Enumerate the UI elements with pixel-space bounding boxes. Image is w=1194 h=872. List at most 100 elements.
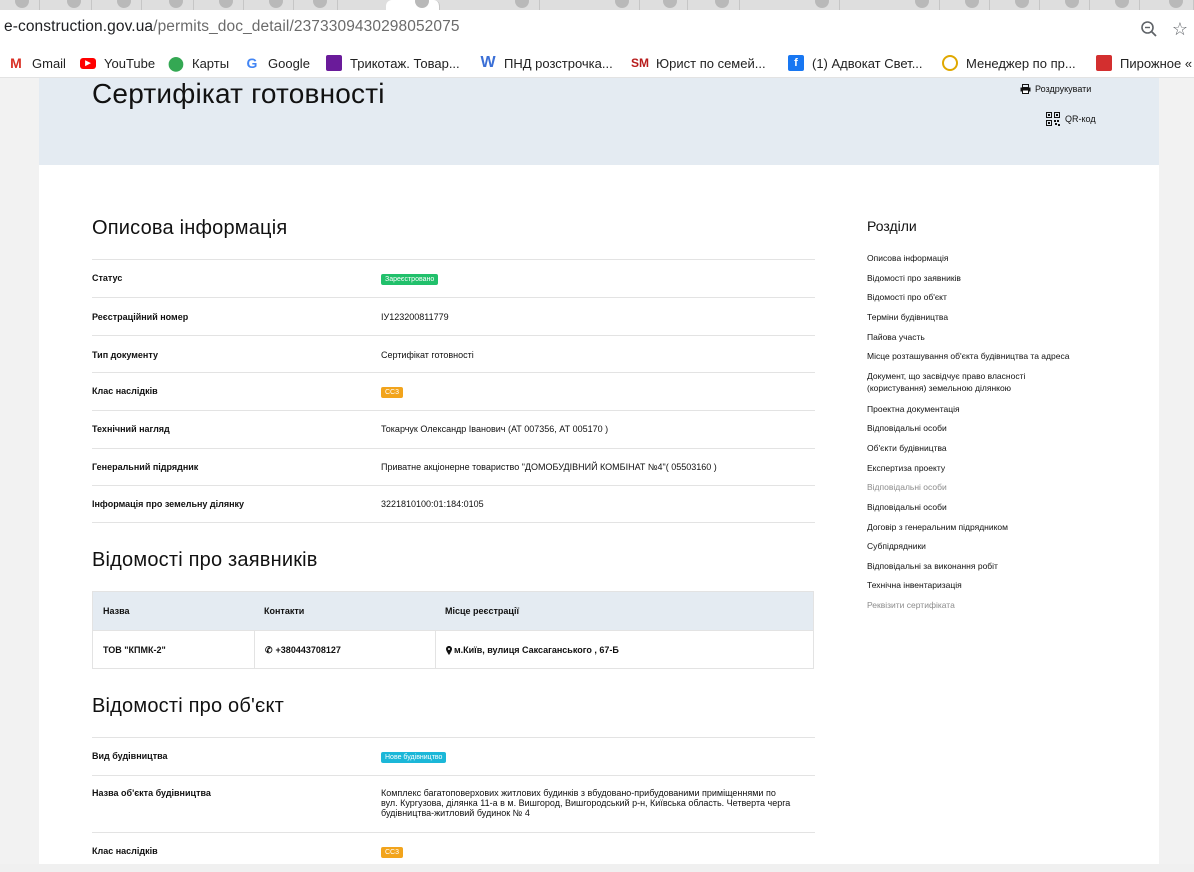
- tab-favicon-icon: [715, 0, 729, 8]
- browser-tab[interactable]: [40, 0, 92, 10]
- bookmark-label: (1) Адвокат Свет...: [812, 55, 923, 71]
- page-title: Сертифікат готовності: [92, 78, 385, 109]
- sidebar-item-works-responsible[interactable]: Відповідальні за виконання робіт: [867, 560, 1117, 572]
- browser-tab[interactable]: [244, 0, 294, 10]
- purple-square-icon: [326, 55, 342, 71]
- map-pin-icon: [446, 645, 452, 655]
- bookmark-trykotazh[interactable]: Трикотаж. Товар...: [326, 54, 460, 72]
- sidebar-item-location[interactable]: Місце розташування об'єкта будівництва т…: [867, 350, 1117, 362]
- browser-tab[interactable]: [142, 0, 194, 10]
- bookmark-pnd[interactable]: W ПНД розстрочка...: [480, 54, 613, 72]
- info-value: СС3: [381, 846, 801, 858]
- info-row-object-class: Клас наслідків СС3: [92, 832, 815, 872]
- tab-favicon-icon: [169, 0, 183, 8]
- maps-icon: ⬤: [168, 54, 184, 71]
- browser-tab-active[interactable]: [386, 0, 440, 10]
- sidebar-item-responsible-muted[interactable]: Відповідальні особи: [867, 481, 1117, 493]
- section-title-object: Відомості про об'єкт: [92, 695, 284, 717]
- bookmark-label: Трикотаж. Товар...: [350, 55, 460, 71]
- url-path: /permits_doc_detail/2373309430298052075: [153, 18, 460, 35]
- applicant-address-cell: м.Київ, вулиця Саксаганського , 67-Б: [435, 631, 813, 669]
- bookmark-youtube[interactable]: ▶ YouTube: [80, 54, 155, 72]
- bookmark-label: ПНД розстрочка...: [504, 55, 613, 71]
- browser-tab[interactable]: [194, 0, 244, 10]
- sidebar-item-responsible[interactable]: Відповідальні особи: [867, 422, 1117, 434]
- browser-tab[interactable]: [1090, 0, 1140, 10]
- browser-tab[interactable]: [92, 0, 142, 10]
- info-row-reg-number: Реєстраційний номер ІУ123200811779: [92, 297, 815, 335]
- info-row-doc-type: Тип документу Сертифікат готовності: [92, 335, 815, 372]
- bookmark-manager[interactable]: Менеджер по пр...: [942, 54, 1076, 72]
- address-bar[interactable]: e-construction.gov.ua/permits_doc_detail…: [0, 10, 1194, 48]
- browser-tab[interactable]: [1140, 0, 1194, 10]
- sidebar-item-subcontractors[interactable]: Субпідрядники: [867, 540, 1117, 552]
- url-host: e-construction.gov.ua: [4, 18, 154, 35]
- applicant-name: ТОВ "КПМК-2": [103, 645, 166, 655]
- sidebar-item-terms[interactable]: Терміни будівництва: [867, 311, 1117, 323]
- browser-tab[interactable]: [488, 0, 540, 10]
- sidebar-item-object[interactable]: Відомості про об'єкт: [867, 291, 1117, 303]
- info-value: СС3: [381, 386, 801, 398]
- bookmark-google[interactable]: G Google: [244, 54, 310, 72]
- info-row-land-plot: Інформація про земельну ділянку 32218101…: [92, 485, 815, 523]
- browser-tab[interactable]: [940, 0, 990, 10]
- info-row-consequence-class: Клас наслідків СС3: [92, 372, 815, 410]
- sidebar-item-project-docs[interactable]: Проектна документація: [867, 403, 1117, 415]
- zoom-out-icon[interactable]: [1140, 20, 1158, 38]
- browser-tab[interactable]: [640, 0, 688, 10]
- browser-tab[interactable]: [590, 0, 640, 10]
- page-viewport: Сертифікат готовності Роздрукувати QR-ко…: [0, 78, 1194, 864]
- browser-tab[interactable]: [1040, 0, 1090, 10]
- bookmark-label: Gmail: [32, 55, 66, 71]
- browser-tab[interactable]: [890, 0, 940, 10]
- bookmark-label: Менеджер по пр...: [966, 55, 1076, 71]
- info-label: Вид будівництва: [92, 751, 168, 761]
- print-button[interactable]: Роздрукувати: [1020, 84, 1091, 94]
- print-label: Роздрукувати: [1035, 84, 1092, 94]
- sidebar-item-objects[interactable]: Об'єкти будівництва: [867, 442, 1117, 454]
- tab-favicon-icon: [219, 0, 233, 8]
- sidebar-item-responsible-2[interactable]: Відповідальні особи: [867, 501, 1117, 513]
- sidebar-item-applicants[interactable]: Відомості про заявників: [867, 272, 1117, 284]
- printer-icon: [1020, 84, 1031, 94]
- bookmark-maps[interactable]: ⬤ Карты: [168, 54, 229, 72]
- tab-favicon-icon: [269, 0, 283, 8]
- url-text[interactable]: e-construction.gov.ua/permits_doc_detail…: [4, 18, 460, 36]
- section-title-applicants: Відомості про заявників: [92, 549, 318, 571]
- red-logo-icon: [1096, 55, 1112, 71]
- applicant-phone: +380443708127: [275, 645, 341, 655]
- tab-favicon-icon: [1015, 0, 1029, 8]
- bookmark-gmail[interactable]: M Gmail: [8, 54, 66, 72]
- qr-code-button[interactable]: QR-код: [1046, 112, 1096, 126]
- bookmark-yurist[interactable]: SM Юрист по семей...: [631, 54, 766, 72]
- browser-tab[interactable]: [990, 0, 1040, 10]
- tab-favicon-icon: [515, 0, 529, 8]
- info-value: Приватне акціонерне товариство "ДОМОБУДІ…: [381, 462, 717, 472]
- info-label: Клас наслідків: [92, 846, 158, 856]
- browser-tab[interactable]: [790, 0, 840, 10]
- info-label: Технічний нагляд: [92, 424, 170, 434]
- sidebar-item-certificate-details[interactable]: Реквізити сертифіката: [867, 599, 1117, 611]
- bookmark-label: Google: [268, 55, 310, 71]
- bookmark-advokat[interactable]: f (1) Адвокат Свет...: [788, 54, 923, 72]
- browser-tab[interactable]: [294, 0, 338, 10]
- sidebar-item-contract[interactable]: Договір з генеральним підрядником: [867, 521, 1117, 533]
- info-value: Нове будівництво: [381, 751, 801, 763]
- tab-favicon-icon: [1169, 0, 1183, 8]
- sidebar-item-share[interactable]: Пайова участь: [867, 331, 1117, 343]
- bookmark-star-icon[interactable]: ☆: [1170, 19, 1190, 39]
- tab-favicon-icon: [815, 0, 829, 8]
- browser-tab[interactable]: [0, 0, 40, 10]
- info-value: 3221810100:01:184:0105: [381, 499, 484, 509]
- info-value: ІУ123200811779: [381, 312, 449, 322]
- tab-favicon-icon: [915, 0, 929, 8]
- sidebar-item-descriptive[interactable]: Описова інформація: [867, 252, 1117, 264]
- browser-tab[interactable]: [688, 0, 740, 10]
- bookmark-pyrizhne[interactable]: Пирожное «: [1096, 54, 1192, 72]
- sidebar-item-inventory[interactable]: Технічна інвентаризація: [867, 579, 1117, 591]
- status-badge: Зареєстровано: [381, 274, 439, 285]
- column-header: Контакти: [264, 606, 305, 616]
- tab-favicon-icon: [117, 0, 131, 8]
- sidebar-item-land-document[interactable]: Документ, що засвідчує право власності (…: [867, 370, 1067, 394]
- sidebar-item-expertise[interactable]: Експертиза проекту: [867, 462, 1117, 474]
